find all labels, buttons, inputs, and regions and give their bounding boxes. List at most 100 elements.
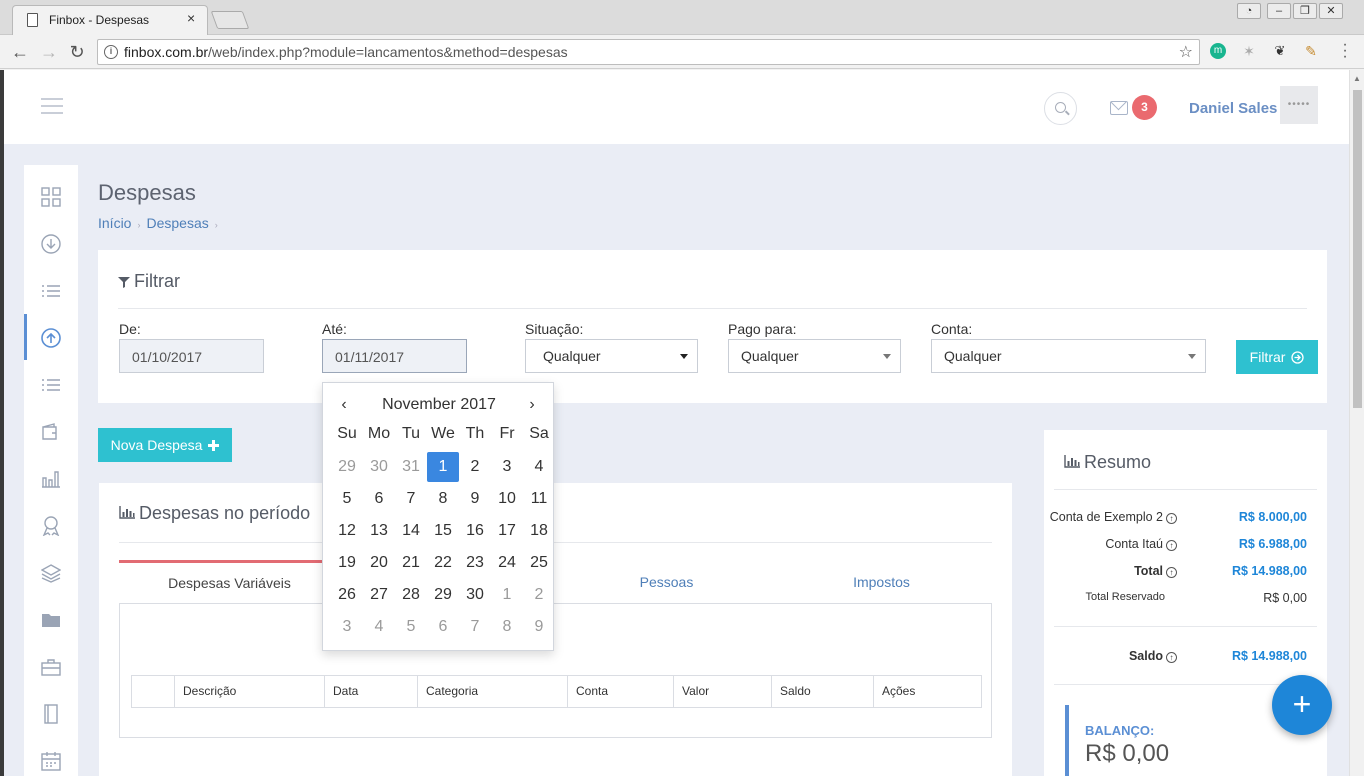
datepicker-day[interactable]: 4 (523, 452, 555, 482)
page-scrollbar[interactable]: ▲ (1349, 70, 1364, 776)
sidebar-item-negocios[interactable] (24, 643, 78, 689)
datepicker-day[interactable]: 15 (427, 516, 459, 546)
nova-despesa-button[interactable]: Nova Despesa (98, 428, 232, 462)
extension-m-icon[interactable]: m (1210, 43, 1226, 59)
close-tab-icon[interactable]: × (187, 10, 195, 26)
extension-tool-icon[interactable]: ✎ (1303, 43, 1319, 59)
sidebar-item-contas[interactable] (24, 408, 78, 454)
ate-date-input[interactable]: 01/11/2017 (322, 339, 467, 373)
datepicker-day[interactable]: 9 (523, 612, 555, 642)
situacao-select[interactable]: Qualquer (525, 339, 698, 373)
conta-select[interactable]: Qualquer (931, 339, 1206, 373)
datepicker-day[interactable]: 6 (427, 612, 459, 642)
datepicker-day[interactable]: 23 (459, 548, 491, 578)
column-categoria[interactable]: Categoria (418, 676, 568, 707)
back-icon[interactable]: ← (8, 40, 32, 64)
datepicker-day[interactable]: 7 (395, 484, 427, 514)
avatar[interactable]: ••••• (1280, 86, 1318, 124)
datepicker-day[interactable]: 1 (491, 580, 523, 610)
datepicker-day[interactable]: 21 (395, 548, 427, 578)
close-window-button[interactable]: ✕ (1319, 3, 1343, 19)
sidebar-item-relatorios[interactable] (24, 455, 78, 501)
url-input[interactable]: i finbox.com.br/web/index.php?module=lan… (97, 39, 1200, 65)
datepicker-day[interactable]: 27 (363, 580, 395, 610)
sidebar-item-dashboard[interactable] (24, 173, 78, 219)
info-icon[interactable]: i (104, 45, 118, 59)
datepicker-day[interactable]: 26 (331, 580, 363, 610)
datepicker-day[interactable]: 16 (459, 516, 491, 546)
reload-icon[interactable]: ↻ (65, 40, 89, 64)
datepicker-day[interactable]: 4 (363, 612, 395, 642)
datepicker-day[interactable]: 5 (331, 484, 363, 514)
user-name[interactable]: Daniel Sales (1189, 100, 1277, 117)
datepicker-day[interactable]: 1 (427, 452, 459, 482)
datepicker-day[interactable]: 3 (331, 612, 363, 642)
datepicker-day[interactable]: 7 (459, 612, 491, 642)
column-data[interactable]: Data (325, 676, 418, 707)
mail-icon[interactable] (1110, 101, 1128, 115)
de-date-input[interactable]: 01/10/2017 (119, 339, 264, 373)
scroll-thumb[interactable] (1353, 90, 1362, 408)
datepicker-day[interactable]: 5 (395, 612, 427, 642)
datepicker-day[interactable]: 29 (331, 452, 363, 482)
datepicker-day[interactable]: 19 (331, 548, 363, 578)
evernote-icon[interactable]: ❦ (1272, 43, 1288, 59)
bookmark-star-icon[interactable]: ☆ (1179, 42, 1193, 62)
datepicker-day[interactable]: 22 (427, 548, 459, 578)
datepicker-day[interactable]: 24 (491, 548, 523, 578)
tab-impostos[interactable]: Impostos (771, 560, 992, 604)
datepicker-day[interactable]: 30 (363, 452, 395, 482)
sidebar-item-arquivos[interactable] (24, 596, 78, 642)
browser-tab[interactable]: Finbox - Despesas × (12, 5, 208, 35)
datepicker-day[interactable]: 20 (363, 548, 395, 578)
menu-toggle-icon[interactable] (41, 98, 63, 114)
datepicker-day[interactable]: 13 (363, 516, 395, 546)
minimize-button[interactable]: – (1267, 3, 1291, 19)
sidebar-item-calendario[interactable] (24, 737, 78, 776)
datepicker-day[interactable]: 28 (395, 580, 427, 610)
datepicker-day[interactable]: 2 (523, 580, 555, 610)
sidebar-item-contatos[interactable] (24, 690, 78, 736)
sidebar-item-metas[interactable] (24, 502, 78, 548)
datepicker-day[interactable]: 9 (459, 484, 491, 514)
datepicker-day[interactable]: 17 (491, 516, 523, 546)
datepicker-day[interactable]: 31 (395, 452, 427, 482)
datepicker-day[interactable]: 11 (523, 484, 555, 514)
next-month-icon[interactable]: › (517, 393, 547, 417)
sidebar-item-receitas[interactable] (24, 220, 78, 266)
extension-pin-icon[interactable]: ✶ (1241, 43, 1257, 59)
datepicker-day[interactable]: 3 (491, 452, 523, 482)
sidebar-item-list-2[interactable] (24, 361, 78, 407)
restore-button[interactable]: ❐ (1293, 3, 1317, 19)
sidebar-item-categorias[interactable] (24, 549, 78, 595)
datepicker-day[interactable]: 30 (459, 580, 491, 610)
pago-para-select[interactable]: Qualquer (728, 339, 901, 373)
datepicker-day[interactable]: 25 (523, 548, 555, 578)
datepicker-month[interactable]: November 2017 (363, 393, 515, 417)
tab-despesas-variaveis[interactable]: Despesas Variáveis (119, 560, 340, 604)
datepicker-day[interactable]: 8 (427, 484, 459, 514)
prev-month-icon[interactable]: ‹ (329, 393, 359, 417)
sidebar-item-despesas[interactable] (24, 314, 78, 360)
filtrar-button[interactable]: Filtrar (1236, 340, 1318, 374)
breadcrumb-despesas[interactable]: Despesas (146, 215, 208, 231)
datepicker-day[interactable]: 12 (331, 516, 363, 546)
browser-menu-icon[interactable]: · · · (1340, 37, 1350, 65)
column-descricao[interactable]: Descrição (175, 676, 325, 707)
tab-pessoas[interactable]: Pessoas (556, 560, 777, 604)
notification-badge[interactable]: 3 (1132, 95, 1157, 120)
datepicker-day[interactable]: 14 (395, 516, 427, 546)
datepicker-day[interactable]: 2 (459, 452, 491, 482)
search-icon[interactable] (1044, 92, 1077, 125)
column-conta[interactable]: Conta (568, 676, 674, 707)
sidebar-item-list-1[interactable] (24, 267, 78, 313)
scroll-up-icon[interactable]: ▲ (1353, 74, 1361, 83)
new-tab-button[interactable] (210, 11, 250, 29)
datepicker-day[interactable]: 6 (363, 484, 395, 514)
datepicker-day[interactable]: 10 (491, 484, 523, 514)
column-valor[interactable]: Valor (674, 676, 772, 707)
profile-icon[interactable]: ◔ (1237, 3, 1261, 19)
forward-icon[interactable]: → (37, 40, 61, 64)
add-fab-button[interactable]: + (1272, 675, 1332, 735)
datepicker-day[interactable]: 8 (491, 612, 523, 642)
